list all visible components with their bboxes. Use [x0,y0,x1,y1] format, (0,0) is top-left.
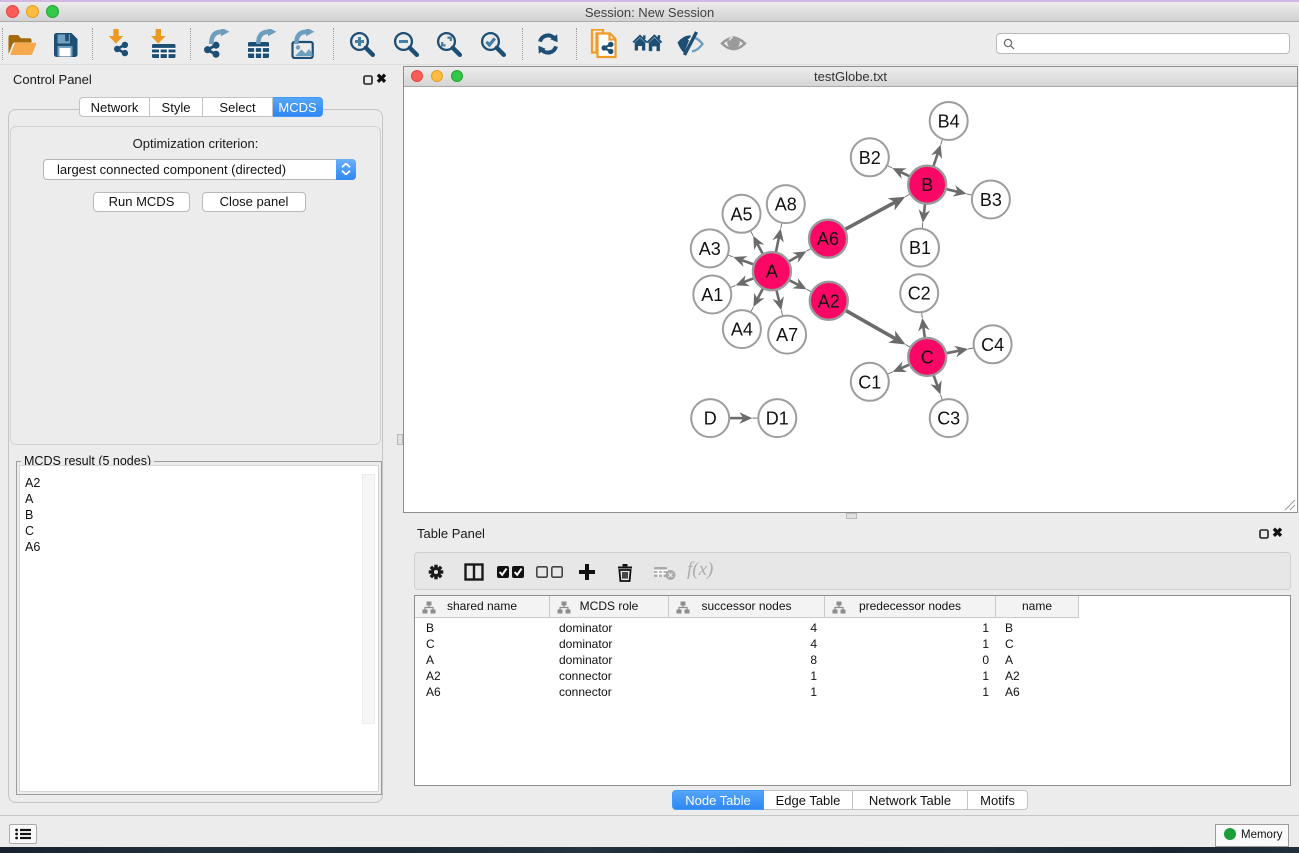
svg-text:A8: A8 [775,195,797,215]
svg-text:A1: A1 [701,285,723,305]
svg-text:C: C [921,347,934,367]
svg-text:D: D [704,409,717,429]
svg-text:D1: D1 [766,409,789,429]
svg-text:C2: C2 [908,284,931,304]
svg-text:A7: A7 [776,325,798,345]
svg-text:A3: A3 [699,239,721,259]
svg-text:C1: C1 [858,372,881,392]
svg-text:B3: B3 [980,190,1002,210]
svg-text:A2: A2 [818,291,840,311]
svg-text:A5: A5 [730,204,752,224]
svg-text:B4: B4 [938,112,960,132]
svg-text:A: A [766,262,778,282]
svg-text:C4: C4 [981,335,1004,355]
svg-text:C3: C3 [937,409,960,429]
svg-text:A6: A6 [817,229,839,249]
svg-text:B1: B1 [909,238,931,258]
svg-text:A4: A4 [731,320,753,340]
svg-text:B: B [921,175,933,195]
svg-text:B2: B2 [859,148,881,168]
